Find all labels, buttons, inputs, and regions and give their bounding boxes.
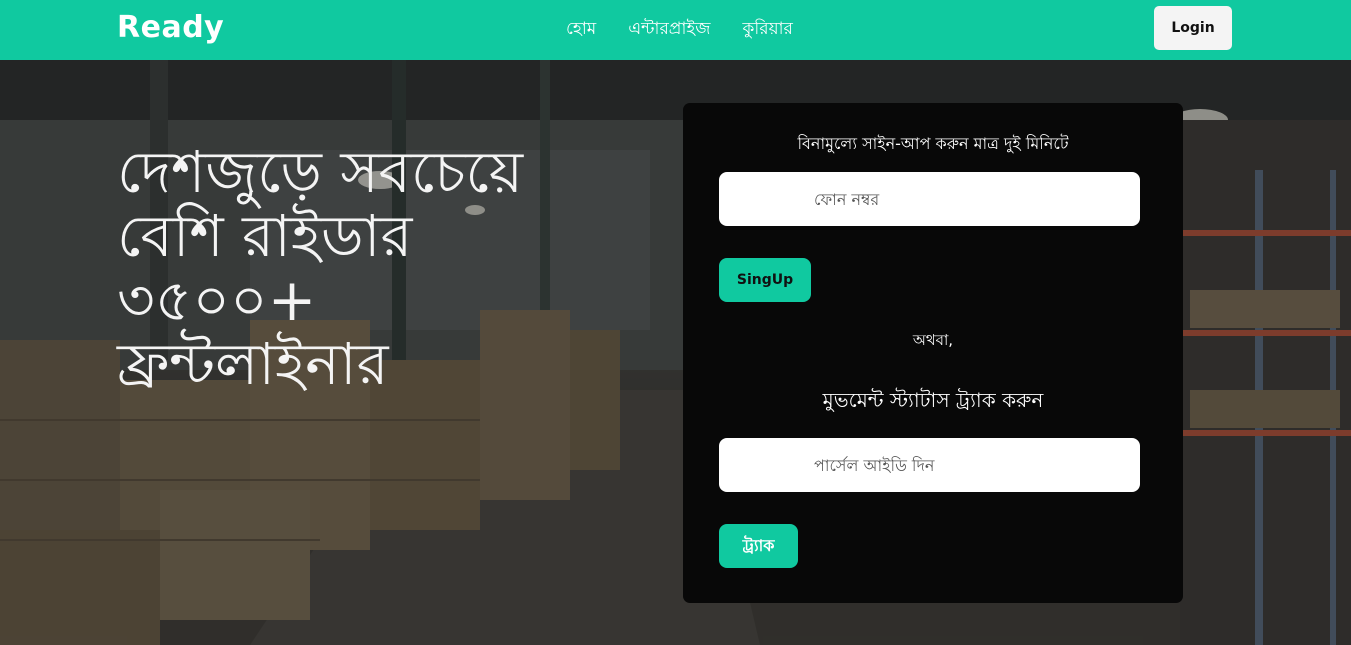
hero-headline-line-3: ৩৫০০+ <box>117 266 317 334</box>
signup-heading: বিনামুল্যে সাইন-আপ করুন মাত্র দুই মিনিটে <box>797 134 1069 153</box>
parcel-id-input[interactable] <box>719 438 1140 492</box>
signup-track-card: বিনামুল্যে সাইন-আপ করুন মাত্র দুই মিনিটে… <box>683 103 1183 603</box>
nav-link-courier[interactable]: কুরিয়ার <box>742 16 792 44</box>
top-navbar: Ready হোম এন্টারপ্রাইজ কুরিয়ার Login <box>0 0 1351 60</box>
hero-headline-line-1: দেশজুড়ে সবচেয়ে <box>117 138 524 206</box>
or-divider-text: অথবা, <box>912 331 954 349</box>
hero-headline: দেশজুড়ে সবচেয়ে বেশি রাইডার ৩৫০০+ ফ্রন্… <box>117 140 677 396</box>
nav-link-enterprise[interactable]: এন্টারপ্রাইজ <box>628 16 710 44</box>
brand-logo[interactable]: Ready <box>117 10 224 45</box>
phone-number-input[interactable] <box>719 172 1140 226</box>
hero-headline-line-2: বেশি রাইডার <box>117 202 413 270</box>
login-button[interactable]: Login <box>1154 6 1232 50</box>
nav-links: হোম এন্টারপ্রাইজ কুরিয়ার <box>566 16 793 44</box>
track-heading: মুভমেন্ট স্ট্যাটাস ট্র্যাক করুন <box>822 388 1044 412</box>
track-button[interactable]: ট্র্যাক <box>719 524 798 568</box>
hero-headline-line-4: ফ্রন্টলাইনার <box>117 330 389 398</box>
nav-link-home[interactable]: হোম <box>566 16 596 44</box>
signup-button[interactable]: SingUp <box>719 258 811 302</box>
